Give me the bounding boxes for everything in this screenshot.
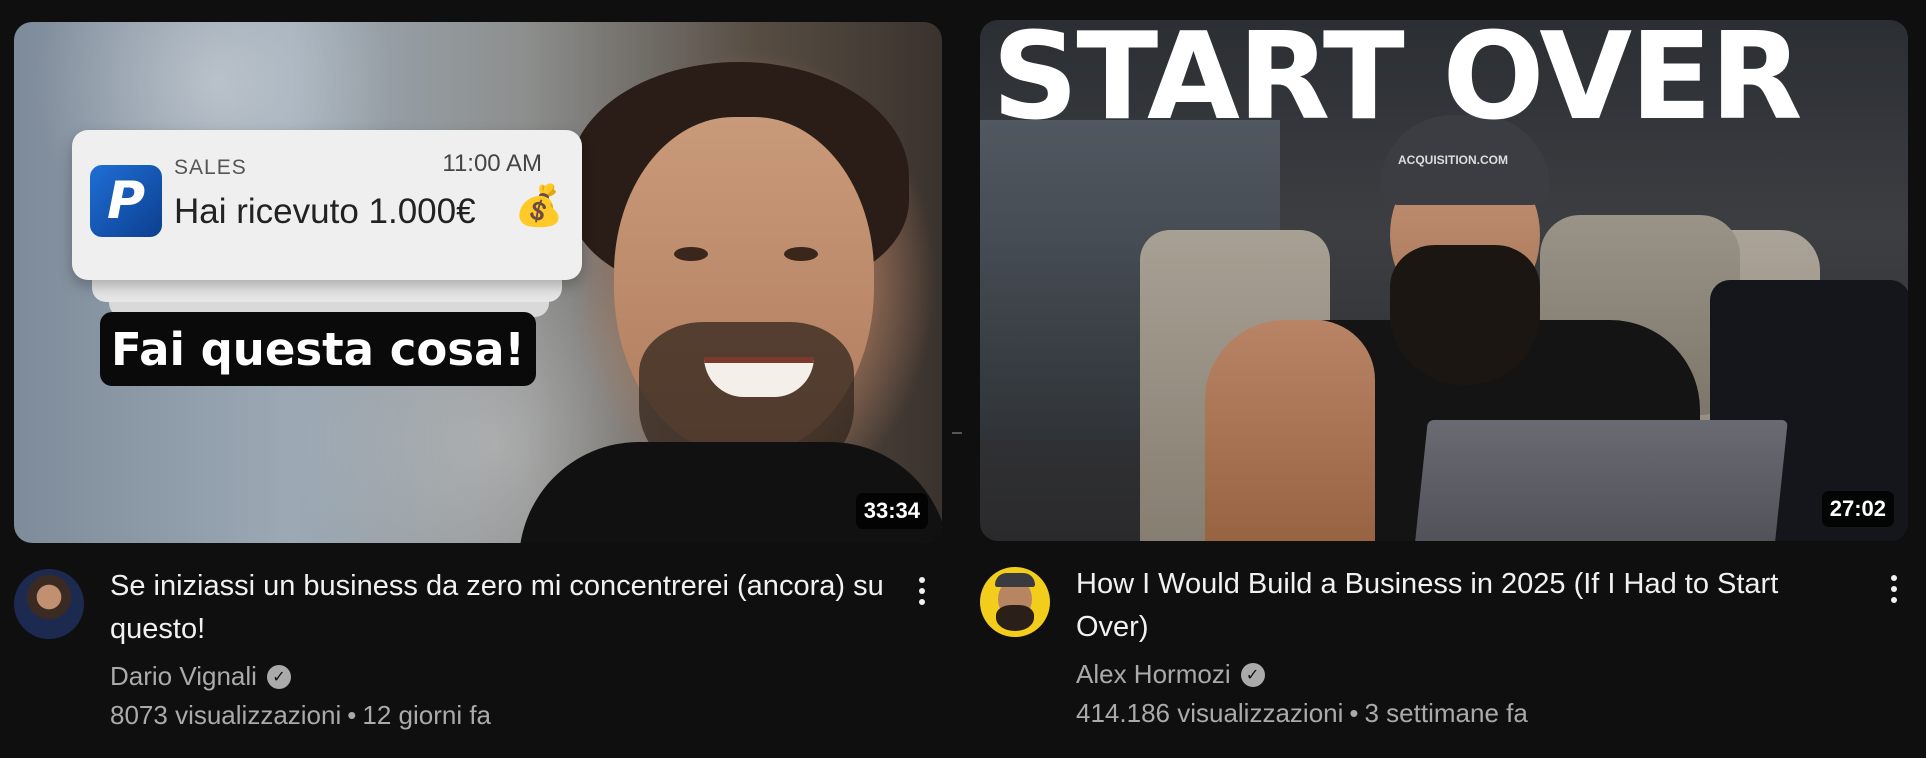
video-info: Se iniziassi un business da zero mi conc… [110, 565, 890, 731]
notification-app-name: SALES [174, 156, 247, 179]
avatar-beard [996, 605, 1034, 631]
notification-message: Hai ricevuto 1.000€ [174, 192, 476, 231]
view-count: 8073 visualizzazioni [110, 700, 342, 730]
video-details: How I Would Build a Business in 2025 (If… [980, 563, 1910, 753]
video-duration-badge: 33:34 [855, 493, 928, 529]
thumbnail-person-eye [784, 247, 818, 261]
video-info: How I Would Build a Business in 2025 (If… [1076, 563, 1856, 729]
verified-badge-icon: ✓ [1240, 662, 1265, 687]
kebab-dot-icon [919, 588, 925, 594]
paypal-logo-letter: P [106, 171, 146, 231]
thumbnail-caption-text: Fai questa cosa! [111, 322, 525, 376]
upload-age: 12 giorni fa [362, 700, 492, 730]
thumbnail-person-arm [1205, 320, 1375, 541]
video-details: Se iniziassi un business da zero mi conc… [14, 565, 944, 755]
video-thumbnail[interactable]: ACQUISITION.COM START OVER 27:02 [980, 20, 1908, 541]
verified-badge-icon: ✓ [266, 664, 291, 689]
kebab-dot-icon [1891, 597, 1897, 603]
video-title[interactable]: How I Would Build a Business in 2025 (If… [1076, 563, 1856, 649]
video-stats: 8073 visualizzazioni • 12 giorni fa [110, 700, 890, 731]
kebab-dot-icon [1891, 575, 1897, 581]
channel-name[interactable]: Dario Vignali [110, 661, 257, 692]
channel-name-row[interactable]: Alex Hormozi ✓ [1076, 659, 1856, 690]
kebab-dot-icon [919, 577, 925, 583]
thumbnail-caption: Fai questa cosa! [100, 312, 536, 386]
thumbnail-person-eye [674, 247, 708, 261]
thumbnail-laptop [1412, 420, 1788, 541]
video-grid: P SALES 11:00 AM Hai ricevuto 1.000€ 💰 F… [0, 0, 1926, 758]
kebab-dot-icon [919, 599, 925, 605]
cap-logo-text: ACQUISITION.COM [1398, 153, 1508, 167]
kebab-dot-icon [1891, 586, 1897, 592]
video-title[interactable]: Se iniziassi un business da zero mi conc… [110, 565, 890, 651]
video-thumbnail[interactable]: P SALES 11:00 AM Hai ricevuto 1.000€ 💰 F… [14, 22, 942, 543]
thumbnail-headline: START OVER [992, 20, 1803, 147]
more-actions-button[interactable] [1872, 565, 1916, 613]
notification-time: 11:00 AM [442, 150, 542, 177]
money-bag-icon: 💰 [514, 184, 564, 228]
channel-avatar[interactable] [14, 569, 84, 639]
avatar-cap [995, 573, 1035, 587]
separator-dot: • [1349, 698, 1359, 728]
paypal-logo-icon: P [90, 165, 162, 237]
more-actions-button[interactable] [900, 567, 944, 615]
video-duration-badge: 27:02 [1821, 491, 1894, 527]
view-count: 414.186 visualizzazioni [1076, 698, 1344, 728]
upload-age: 3 settimane fa [1364, 698, 1528, 728]
video-stats: 414.186 visualizzazioni • 3 settimane fa [1076, 698, 1856, 729]
separator-dot: • [347, 700, 357, 730]
grid-divider-mark [952, 432, 962, 434]
payment-notification: P SALES 11:00 AM Hai ricevuto 1.000€ 💰 [72, 130, 582, 280]
channel-name[interactable]: Alex Hormozi [1076, 659, 1231, 690]
channel-name-row[interactable]: Dario Vignali ✓ [110, 661, 890, 692]
thumbnail-person-beard [1390, 245, 1540, 385]
channel-avatar[interactable] [980, 567, 1050, 637]
